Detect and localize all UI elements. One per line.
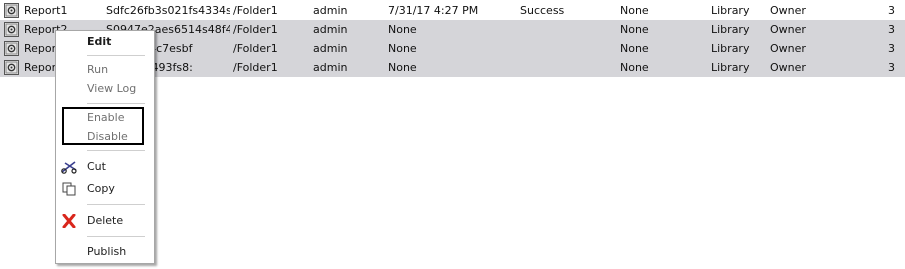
report-role: Owner	[770, 42, 806, 55]
context-menu: Edit Run View Log Enable Disable Cut Cop…	[55, 30, 155, 264]
report-owner: admin	[313, 23, 348, 36]
report-last-run: None	[388, 61, 417, 74]
menu-item-enable[interactable]: Enable	[56, 109, 154, 127]
menu-item-run[interactable]: Run	[56, 61, 154, 79]
menu-item-copy[interactable]: Copy	[56, 180, 154, 198]
menu-separator	[87, 236, 145, 237]
report-icon	[4, 22, 19, 37]
report-id: Sdfc26fb3s021fs4334s8f:	[106, 4, 230, 17]
report-icon	[4, 41, 19, 56]
menu-separator	[87, 103, 145, 104]
report-count: 3	[888, 42, 895, 55]
report-owner: admin	[313, 4, 348, 17]
report-location: Library	[711, 23, 750, 36]
menu-item-label: Delete	[87, 214, 124, 227]
report-count: 3	[888, 23, 895, 36]
report-next-run: None	[620, 4, 649, 17]
menu-item-disable[interactable]: Disable	[56, 128, 154, 146]
report-status: Success	[520, 4, 565, 17]
menu-item-edit[interactable]: Edit	[56, 33, 154, 51]
menu-separator	[87, 55, 145, 56]
menu-item-view-log[interactable]: View Log	[56, 80, 154, 98]
menu-item-label: Disable	[87, 130, 128, 143]
menu-item-publish[interactable]: Publish	[56, 243, 154, 261]
report-path: /Folder1	[233, 23, 278, 36]
report-owner: admin	[313, 42, 348, 55]
report-icon	[4, 3, 19, 18]
menu-item-label: Cut	[87, 160, 106, 173]
report-icon	[4, 60, 19, 75]
reports-list: Report1 Sdfc26fb3s021fs4334s8f: /Folder1…	[0, 0, 905, 269]
report-count: 3	[888, 4, 895, 17]
menu-separator	[87, 204, 145, 205]
report-path: /Folder1	[233, 61, 278, 74]
report-location: Library	[711, 61, 750, 74]
menu-item-label: Publish	[87, 245, 127, 258]
report-path: /Folder1	[233, 42, 278, 55]
report-location: Library	[711, 4, 750, 17]
report-next-run: None	[620, 23, 649, 36]
scissors-icon	[61, 160, 77, 174]
report-last-run: None	[388, 42, 417, 55]
report-next-run: None	[620, 42, 649, 55]
report-role: Owner	[770, 23, 806, 36]
report-location: Library	[711, 42, 750, 55]
report-last-run: 7/31/17 4:27 PM	[388, 4, 479, 17]
menu-item-delete[interactable]: Delete	[56, 212, 154, 230]
report-role: Owner	[770, 4, 806, 17]
menu-item-cut[interactable]: Cut	[56, 158, 154, 176]
report-last-run: None	[388, 23, 417, 36]
copy-icon	[61, 182, 77, 196]
delete-x-icon	[61, 213, 77, 229]
menu-item-label: Run	[87, 63, 109, 76]
table-row[interactable]: Report1 Sdfc26fb3s021fs4334s8f: /Folder1…	[0, 1, 905, 20]
menu-separator	[87, 150, 145, 151]
menu-item-label: Enable	[87, 111, 125, 124]
menu-item-label: Edit	[87, 35, 112, 48]
menu-item-label: Copy	[87, 182, 115, 195]
report-next-run: None	[620, 61, 649, 74]
report-path: /Folder1	[233, 4, 278, 17]
report-role: Owner	[770, 61, 806, 74]
report-owner: admin	[313, 61, 348, 74]
report-count: 3	[888, 61, 895, 74]
menu-item-label: View Log	[87, 82, 137, 95]
